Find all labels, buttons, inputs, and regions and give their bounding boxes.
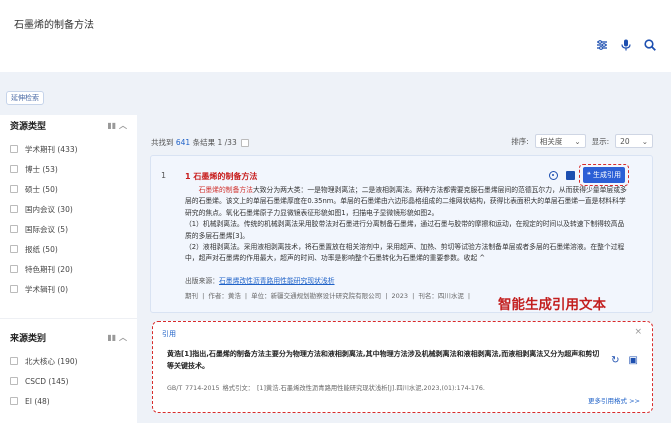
target-icon[interactable] [549,171,558,180]
source-category-header[interactable]: 来源类别 ▮▮ ︿ [0,327,137,347]
advanced-search-button[interactable]: 延伸检索 [6,91,44,105]
checkbox[interactable] [10,145,18,153]
checkbox[interactable] [10,265,18,273]
result-abstract: 石墨烯的制备方法大致分为两大类：一是物理剥离法；二是液相剥离法。两种方法都需要克… [185,186,627,263]
checkbox[interactable] [10,285,18,293]
highlight-term: 石墨烯的制备方法 [198,186,253,194]
checkbox[interactable] [10,205,18,213]
filter-item-master[interactable]: 硕士 (50) [0,179,137,199]
filter-item-intl-conf[interactable]: 国际会议 (5) [0,219,137,239]
citation-text: 黄浩[1]指出,石墨烯的制备方法主要分为物理方法和液相剥离法,其中物理方法涉及机… [167,350,600,370]
filter-item-journal[interactable]: 学术期刊 (433) [0,139,137,159]
source-category-title: 来源类别 [10,333,47,344]
result-index: 1 [161,171,167,180]
filter-item-cscd[interactable]: CSCD (145) [0,371,137,391]
filter-sidebar: 资源类型 ▮▮ ︿ 学术期刊 (433) 博士 (53) 硕士 (50) 国内会… [0,115,137,423]
checkbox[interactable] [10,377,18,385]
checkbox[interactable] [10,357,18,365]
checkbox[interactable] [10,397,18,405]
citation-label: 引用 [162,330,176,338]
select-all-checkbox[interactable] [241,139,250,147]
chart-toggle-icon[interactable]: ▮▮ ︿ [107,120,127,131]
more-formats-link[interactable]: 更多引用格式 >> [588,395,640,405]
close-icon[interactable]: × [634,327,642,337]
citation-panel: 引用 × 黄浩[1]指出,石墨烯的制备方法主要分为物理方法和液相剥离法,其中物理… [152,321,653,413]
citation-actions: ↻ ▣ [611,355,638,366]
citation-format: GB/T 7714-2015 格式引文： [1]黄浩.石墨烯改性沥青路用性能研究… [167,385,485,392]
resource-type-title: 资源类型 [10,121,47,132]
checkbox[interactable] [10,225,18,233]
search-bar-area: 石墨烯的制备方法 [0,0,671,72]
checkbox[interactable] [10,245,18,253]
sort-controls: 排序: 相关度 ⌄ 显示: 20 ⌄ [511,134,653,148]
source-link[interactable]: 石墨烯改性沥青路用性能研究现状浅析 [219,277,335,285]
results-count: 共找到 641 条结果 1 /33 [151,137,250,148]
refresh-icon[interactable]: ↻ [611,355,619,366]
copy-icon[interactable]: ▣ [629,355,638,366]
result-metadata: 期刊 | 作者：黄浩 | 单位：新疆交通规划勘察设计研究院有限公司 | 2023… [185,292,471,300]
filter-item-phd[interactable]: 博士 (53) [0,159,137,179]
search-toolbar [595,38,657,52]
sort-select[interactable]: 相关度 ⌄ [534,134,586,148]
page-size-select[interactable]: 20 ⌄ [615,134,653,148]
result-actions [549,171,575,180]
filter-item-newspaper[interactable]: 报纸 (50) [0,239,137,259]
checkbox[interactable] [10,165,18,173]
search-query[interactable]: 石墨烯的制备方法 [14,16,94,31]
chevron-down-icon: ⌄ [641,136,648,146]
result-count-number: 641 [175,138,191,147]
filter-item-special-journal[interactable]: 特色期刊 (20) [0,259,137,279]
filter-item-domestic-conf[interactable]: 国内会议 (30) [0,199,137,219]
filter-item-ei[interactable]: EI (48) [0,391,137,411]
microphone-icon[interactable] [619,38,633,52]
publication-source: 出版来源：石墨烯改性沥青路用性能研究现状浅析 [185,277,335,285]
filter-item-academic-series[interactable]: 学术辑刊 (0) [0,279,137,299]
chart-toggle-icon[interactable]: ▮▮ ︿ [107,332,127,343]
result-card: 1 1 石墨烯的制备方法 ❝ 生成引用 石墨烯的制备方法大致分为两大类：一是物理… [150,155,653,313]
annotation-caption: 智能生成引用文本 [498,297,606,313]
generate-citation-button[interactable]: ❝ 生成引用 [583,167,625,183]
resource-type-header[interactable]: 资源类型 ▮▮ ︿ [0,115,137,135]
search-icon[interactable] [643,38,657,52]
chevron-down-icon: ⌄ [574,136,581,146]
copy-icon[interactable] [566,171,575,180]
result-title[interactable]: 1 石墨烯的制备方法 [185,171,257,182]
checkbox[interactable] [10,185,18,193]
page-indicator: 1 /33 [217,138,237,147]
filter-item-pku-core[interactable]: 北大核心 (190) [0,351,137,371]
filter-settings-icon[interactable] [595,38,609,52]
